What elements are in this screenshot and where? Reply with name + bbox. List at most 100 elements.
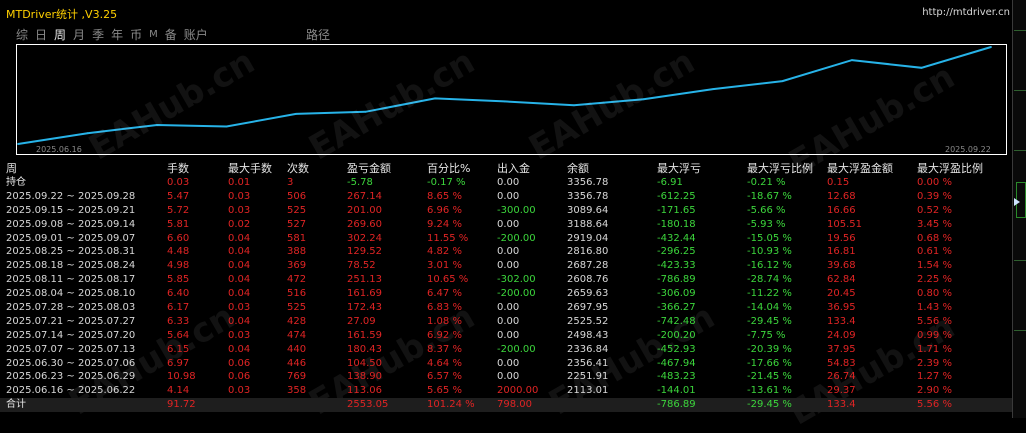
cell-max-float-profit: 133.4 — [827, 399, 856, 411]
tab-note[interactable]: 备 — [165, 27, 177, 43]
x-end-label: 2025.09.22 — [945, 145, 991, 154]
cell-max-float-profit-pct: 2.90 % — [917, 385, 952, 397]
cell-max-drawdown: -296.25 — [657, 246, 696, 258]
cell-profit: 269.60 — [347, 218, 382, 230]
price-pointer-icon[interactable] — [1014, 198, 1020, 206]
cell-balance: 2356.41 — [567, 357, 609, 369]
cell-week: 2025.07.28 ~ 2025.08.03 — [6, 302, 136, 314]
table-row: 2025.09.15 ~ 2025.09.21 5.72 0.03 525 201.00… — [0, 204, 1012, 218]
balance-chart: 2025.06.16 2025.09.22 — [16, 44, 1007, 155]
cell-deposit: -200.00 — [497, 232, 536, 244]
tab-account[interactable]: 账户 — [184, 27, 208, 43]
balance-point — [225, 125, 228, 128]
website-link[interactable]: http://mtdriver.cn — [922, 7, 1010, 18]
tab-quarter[interactable]: 季 — [92, 27, 104, 43]
cell-lots: 5.64 — [167, 329, 190, 341]
cell-deposit: -200.00 — [497, 288, 536, 300]
table-row: 2025.08.11 ~ 2025.08.17 5.85 0.04 472 251.13… — [0, 273, 1012, 287]
cell-trades: 3 — [287, 177, 294, 188]
cell-max-lots: 0.03 — [228, 385, 251, 397]
cell-max-drawdown: -180.18 — [657, 218, 696, 230]
cell-profit: 2553.05 — [347, 399, 389, 411]
cell-max-drawdown: -612.25 — [657, 190, 696, 202]
table-row: 2025.08.04 ~ 2025.08.10 6.40 0.04 516 161.69… — [0, 287, 1012, 301]
tab-currency[interactable]: 币 — [130, 27, 142, 43]
tab-week[interactable]: 周 — [54, 27, 66, 43]
cell-max-float-profit-pct: 5.56 % — [917, 399, 952, 411]
header-lots: 手数 — [167, 162, 189, 175]
cell-trades: 428 — [287, 315, 307, 327]
cell-max-float-profit-pct: 2.25 % — [917, 274, 952, 286]
cell-max-lots: 0.03 — [228, 204, 251, 216]
cell-max-float-profit-pct: 0.80 % — [917, 288, 952, 300]
cell-max-drawdown-pct: -28.74 % — [747, 274, 792, 286]
cell-percent: 6.47 % — [427, 288, 462, 300]
cell-max-float-profit: 54.83 — [827, 357, 856, 369]
cell-max-drawdown: -366.27 — [657, 302, 696, 314]
cell-trades: 581 — [287, 232, 307, 244]
cell-profit: 302.24 — [347, 232, 382, 244]
cell-max-float-profit-pct: 0.68 % — [917, 232, 952, 244]
cell-percent: 6.92 % — [427, 329, 462, 341]
cell-max-float-profit-pct: 0.00 % — [917, 177, 952, 188]
tab-path[interactable]: 路径 — [306, 27, 330, 43]
header-percent: 百分比% — [427, 162, 471, 175]
cell-trades: 472 — [287, 274, 307, 286]
cell-max-float-profit-pct: 0.52 % — [917, 204, 952, 216]
cell-balance: 3188.64 — [567, 218, 609, 230]
cell-max-lots: 0.06 — [228, 371, 251, 383]
table-row: 2025.09.22 ~ 2025.09.28 5.47 0.03 506 267.14… — [0, 190, 1012, 204]
cell-max-drawdown-pct: -21.45 % — [747, 371, 792, 383]
cell-balance: 2498.43 — [567, 329, 609, 341]
tab-year[interactable]: 年 — [111, 27, 123, 43]
cell-lots: 5.47 — [167, 190, 190, 202]
cell-max-drawdown: -786.89 — [657, 274, 696, 286]
cell-max-drawdown: -452.93 — [657, 343, 696, 355]
cell-balance: 2659.63 — [567, 288, 609, 300]
header-deposit: 出入金 — [497, 162, 530, 175]
cell-max-drawdown-pct: -13.61 % — [747, 385, 792, 397]
cell-week: 2025.06.16 ~ 2025.06.22 — [6, 385, 136, 397]
cell-balance: 3356.78 — [567, 177, 609, 188]
cell-week: 2025.07.14 ~ 2025.07.20 — [6, 329, 136, 341]
cell-max-float-profit: 29.37 — [827, 385, 856, 397]
tab-magic[interactable]: M — [149, 27, 158, 43]
cell-lots: 6.40 — [167, 288, 190, 300]
tab-overview[interactable]: 综 — [16, 27, 28, 43]
tab-day[interactable]: 日 — [35, 27, 47, 43]
cell-profit: 104.50 — [347, 357, 382, 369]
cell-trades: 527 — [287, 218, 307, 230]
total-row: 合计 91.72 2553.05 101.24 % 798.00 -786.89 -29.4… — [0, 398, 1012, 413]
cell-max-float-profit-pct: 5.56 % — [917, 315, 952, 327]
cell-max-drawdown-pct: -0.21 % — [747, 177, 786, 188]
balance-point — [295, 113, 297, 115]
cell-max-lots: 0.04 — [228, 274, 251, 286]
table-header: 周 手数 最大手数 次数 盈亏金额 百分比% 出入金 余额 最大浮亏 最大浮亏比例 最大浮盈金额 最大… — [0, 161, 1012, 176]
table-row: 2025.06.23 ~ 2025.06.29 10.98 0.06 769 138.9… — [0, 370, 1012, 384]
tab-month[interactable]: 月 — [73, 27, 85, 43]
balance-point — [434, 97, 436, 100]
cell-deposit: 0.00 — [497, 177, 520, 188]
cell-deposit: 2000.00 — [497, 385, 539, 397]
scale-line — [1014, 150, 1026, 151]
cell-week: 2025.08.18 ~ 2025.08.24 — [6, 260, 136, 272]
cell-max-drawdown: -786.89 — [657, 399, 696, 411]
balance-point — [156, 124, 158, 126]
cell-profit: 129.52 — [347, 246, 382, 258]
cell-max-float-profit: 12.68 — [827, 190, 856, 202]
balance-point — [17, 143, 19, 145]
cell-deposit: -300.00 — [497, 204, 536, 216]
cell-max-float-profit: 39.68 — [827, 260, 856, 272]
scale-line — [1014, 330, 1026, 331]
cell-balance: 2525.52 — [567, 315, 609, 327]
cell-max-lots: 0.02 — [228, 218, 251, 230]
cell-max-float-profit: 62.84 — [827, 274, 856, 286]
balance-point — [781, 80, 784, 82]
balance-point — [712, 88, 714, 90]
cell-max-drawdown-pct: -11.22 % — [747, 288, 792, 300]
cell-max-lots: 0.04 — [228, 315, 251, 327]
scale-line — [1014, 260, 1026, 261]
cell-lots: 91.72 — [167, 399, 196, 411]
cell-max-lots: 0.04 — [228, 260, 251, 272]
table-row: 2025.09.08 ~ 2025.09.14 5.81 0.02 527 269.60… — [0, 218, 1012, 232]
